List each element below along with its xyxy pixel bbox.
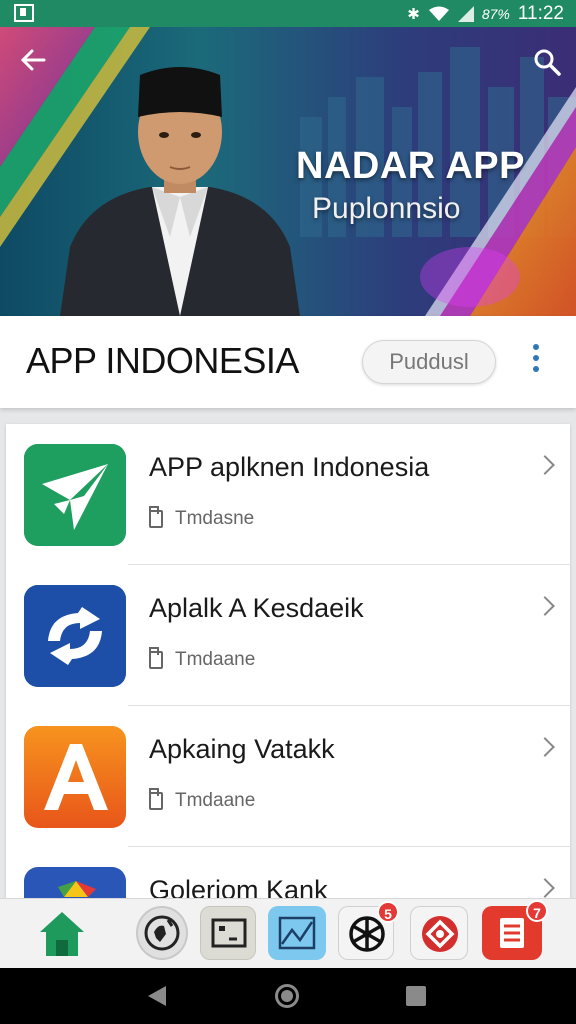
banner-person-image [60,67,300,316]
red-badge-icon [422,916,458,952]
app-subtitle: Tmdaane [149,788,256,812]
notification-badge: 5 [377,901,399,923]
app-subtitle: Tmdasne [149,506,255,530]
page-title: APP INDONESIA [26,340,299,381]
list-document-button[interactable]: 7 [482,900,548,960]
more-vertical-icon[interactable] [527,344,545,380]
chart-button[interactable] [268,906,326,960]
orange-a-app-icon [24,726,126,828]
app-subtitle: Tmdaane [149,647,256,671]
red-badge-button[interactable] [410,906,468,960]
home-button[interactable] [34,906,90,960]
list-item[interactable]: APP aplknen Indonesia Tmdasne [6,424,570,565]
app-list: APP aplknen Indonesia Tmdasne Aplalk A K… [6,424,570,904]
chevron-right-icon [535,596,555,616]
bottom-app-bar: 5 7 [0,898,576,968]
chart-icon [278,916,316,950]
system-nav-bar [0,968,576,1024]
search-button[interactable] [532,47,562,77]
battery-level: 87% [481,6,510,22]
photo-button[interactable] [200,906,256,960]
nav-recents-icon[interactable] [406,986,426,1006]
status-right: ✱ 87% 11:22 [407,3,564,25]
app-subtitle-text: Tmdaane [175,790,256,811]
back-button[interactable] [18,45,52,79]
app-subtitle-text: Tmdasne [175,508,255,529]
home-icon [40,912,84,956]
nav-back-icon[interactable] [148,986,166,1006]
green-arrow-app-icon [24,444,126,546]
search-icon [534,49,561,76]
back-arrow-icon [20,49,46,71]
bluetooth-icon: ✱ [407,6,420,23]
list-item[interactable]: Goleriom Kank [6,847,570,904]
chevron-right-icon [535,737,555,757]
status-bar: ✱ 87% 11:22 [0,0,576,27]
app-name: Aplalk A Kesdaeik [149,593,364,623]
app-name: Apkaing Vatakk [149,734,335,764]
package-icon [149,647,163,669]
chevron-right-icon [535,455,555,475]
app-screen: ✱ 87% 11:22 NADAR APP Puplonnsio APP IND… [0,0,576,1024]
wheel-button[interactable]: 5 [338,901,399,960]
screenshot-icon [14,4,34,22]
package-icon [149,788,163,810]
nav-home-icon[interactable] [275,984,299,1008]
wifi-icon [428,6,449,21]
hero-banner: NADAR APP Puplonnsio [0,27,576,316]
banner-subtitle: Puplonnsio [312,192,461,225]
package-icon [149,506,163,528]
filter-chip[interactable]: Puddusl [362,340,496,384]
clock: 11:22 [517,3,564,24]
globe-icon [144,915,180,951]
page-header: APP INDONESIA Puddusl [0,316,576,408]
photo-frame-icon [211,918,247,948]
app-subtitle-text: Tmdaane [175,649,256,670]
blue-refresh-app-icon [24,585,126,687]
list-item[interactable]: Aplalk A Kesdaeik Tmdaane [6,565,570,706]
signal-icon [457,6,474,22]
chevron-right-icon [535,878,555,898]
notification-badge: 7 [526,900,548,922]
app-name: APP aplknen Indonesia [149,452,430,482]
globe-button[interactable] [136,906,188,960]
banner-title: NADAR APP [296,145,525,187]
list-item[interactable]: Apkaing Vatakk Tmdaane [6,706,570,847]
